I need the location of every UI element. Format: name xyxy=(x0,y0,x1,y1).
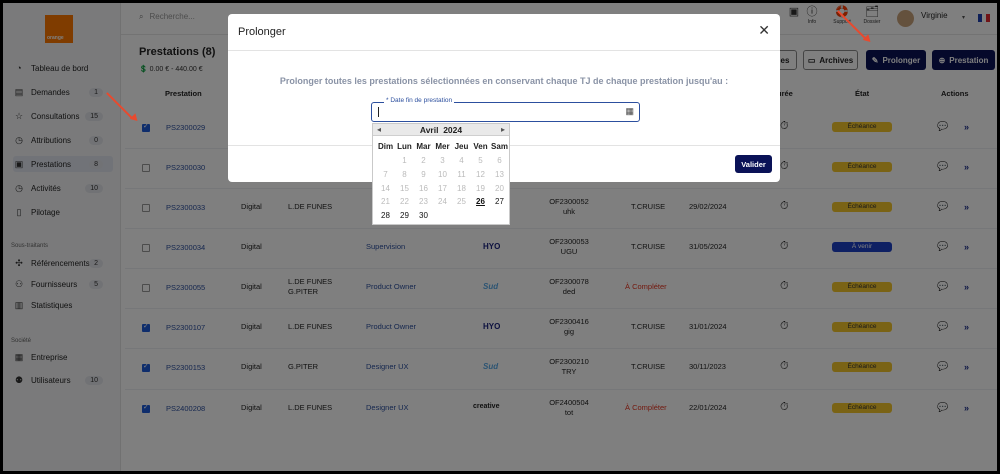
month-name: Avril xyxy=(419,125,439,135)
weekday-label: Mer xyxy=(435,142,450,151)
calendar-day: 9 xyxy=(421,169,426,179)
calendar-day: 14 xyxy=(381,183,390,193)
calendar-day: 6 xyxy=(497,156,502,165)
chevron-right-icon[interactable]: ▸ xyxy=(501,125,505,134)
modal-title: Prolonger xyxy=(238,26,286,38)
app-frame: orange ◔Tableau de bord▤Demandes1☆Consul… xyxy=(2,2,998,472)
calendar-day[interactable]: 28 xyxy=(376,211,395,220)
weekday-label: Jeu xyxy=(454,142,469,151)
calendar-day: 25 xyxy=(457,197,466,207)
weekday-label: Ven xyxy=(473,142,488,151)
date-picker: ◂ Avril 2024 ▸ Dim Lun Mar Mer Jeu Ven Sam 1 2 3 4… xyxy=(372,123,510,225)
weekday-label: Lun xyxy=(397,142,412,151)
modal-message: Prolonger toutes les prestations sélecti… xyxy=(279,76,729,86)
date-picker-month[interactable]: Avril 2024 xyxy=(373,125,509,135)
calendar-day: 3 xyxy=(440,156,445,165)
weekday-label: Mar xyxy=(416,142,431,151)
calendar-day: 17 xyxy=(438,183,447,193)
calendar-day[interactable]: 29 xyxy=(395,211,414,220)
text-caret xyxy=(378,107,379,117)
calendar-day: 8 xyxy=(402,169,407,179)
calendar-day: 22 xyxy=(400,197,409,207)
calendar-day: 15 xyxy=(400,183,409,193)
calendar-icon[interactable]: ▦ xyxy=(625,106,634,117)
calendar-day: 23 xyxy=(419,197,428,207)
modal-divider xyxy=(228,50,780,51)
calendar-day: 11 xyxy=(457,169,466,179)
calendar-day[interactable]: 30 xyxy=(414,211,433,220)
valider-button[interactable]: Valider xyxy=(735,155,772,173)
calendar-day: 5 xyxy=(478,156,483,165)
calendar-day: 19 xyxy=(476,183,485,193)
calendar-day[interactable]: 27 xyxy=(490,197,509,206)
calendar-day: 13 xyxy=(495,169,504,179)
weekday-label: Dim xyxy=(377,142,394,151)
calendar-day: 24 xyxy=(438,197,447,207)
calendar-day: 20 xyxy=(495,183,504,193)
year-value: 2024 xyxy=(443,125,463,135)
date-fin-label: * Date fin de prestation xyxy=(384,97,455,104)
date-picker-header: ◂ Avril 2024 ▸ xyxy=(373,124,509,136)
calendar-day: 12 xyxy=(476,169,485,179)
calendar-day[interactable]: 26 xyxy=(471,197,490,206)
weekday-label: Sam xyxy=(491,142,508,151)
calendar-day: 4 xyxy=(459,156,464,165)
calendar-day: 2 xyxy=(421,156,426,165)
calendar-day: 1 xyxy=(402,156,407,165)
calendar-day: 7 xyxy=(383,169,388,179)
date-fin-field[interactable]: * Date fin de prestation ▦ xyxy=(371,97,640,122)
close-icon[interactable]: ✕ xyxy=(758,22,770,39)
calendar-day: 10 xyxy=(438,169,447,179)
calendar-day: 21 xyxy=(381,197,390,207)
calendar-day: 16 xyxy=(419,183,428,193)
calendar-day: 18 xyxy=(457,183,466,193)
